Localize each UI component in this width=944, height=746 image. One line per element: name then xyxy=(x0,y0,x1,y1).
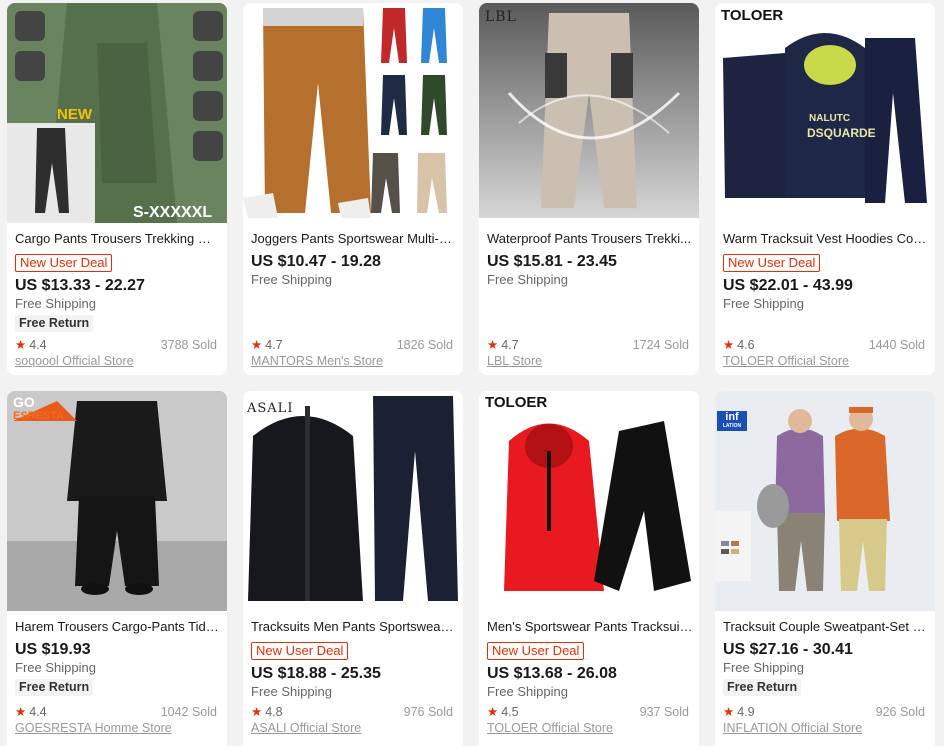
product-rating: ★ 4.4 xyxy=(15,705,47,719)
sold-count: 1724 Sold xyxy=(632,338,689,352)
sold-count: 3788 Sold xyxy=(160,338,217,352)
shipping-info: Free Shipping xyxy=(723,296,804,311)
new-user-deal-badge: New User Deal xyxy=(487,642,585,660)
product-rating: ★ 4.4 xyxy=(15,338,47,352)
product-price: US $19.93 xyxy=(15,641,91,658)
store-link[interactable]: LBL Store xyxy=(487,354,693,369)
star-icon: ★ xyxy=(723,338,735,352)
product-price: US $10.47 - 19.28 xyxy=(251,253,381,270)
product-title[interactable]: Joggers Pants Sportswear Multi-Po... xyxy=(251,231,457,247)
brand-logo: LBL xyxy=(485,9,517,25)
product-title[interactable]: Waterproof Pants Trousers Trekki... xyxy=(487,231,693,247)
sold-count: 926 Sold xyxy=(875,705,925,719)
print-text: NALUTC xyxy=(809,113,850,124)
shipping-info: Free Shipping xyxy=(251,272,332,287)
shipping-info: Free Shipping xyxy=(251,684,332,699)
star-icon: ★ xyxy=(15,338,27,352)
star-icon: ★ xyxy=(487,338,499,352)
store-link[interactable]: GOESRESTA Homme Store xyxy=(15,721,221,736)
shipping-info: Free Shipping xyxy=(487,272,568,287)
product-card[interactable]: ASALI Tracksuits Men Pants Sportswear J.… xyxy=(243,391,463,746)
sold-count: 1440 Sold xyxy=(868,338,925,352)
product-title[interactable]: Men's Sportswear Pants Tracksuits... xyxy=(487,619,693,635)
product-image[interactable]: NEW S-XXXXXL xyxy=(7,3,227,223)
product-card[interactable]: Joggers Pants Sportswear Multi-Po... US … xyxy=(243,3,463,375)
brand-logo: inf LATION xyxy=(717,411,747,431)
product-rating: ★ 4.8 xyxy=(251,705,283,719)
star-icon: ★ xyxy=(487,705,499,719)
product-title[interactable]: Tracksuits Men Pants Sportswear J... xyxy=(251,619,457,635)
product-rating: ★ 4.7 xyxy=(251,338,283,352)
product-card[interactable]: TOLOER Men's Sportswear Pants Tracksuits… xyxy=(479,391,699,746)
brand-logo: ASALI xyxy=(247,401,294,416)
product-title[interactable]: Tracksuit Couple Sweatpant-Set M... xyxy=(723,619,929,635)
product-price: US $15.81 - 23.45 xyxy=(487,253,617,270)
store-link[interactable]: ASALI Official Store xyxy=(251,721,457,736)
shipping-info: Free Shipping xyxy=(723,660,804,675)
brand-logo: TOLOER xyxy=(721,7,784,24)
shipping-info: Free Shipping xyxy=(15,660,96,675)
store-link[interactable]: TOLOER Official Store xyxy=(487,721,693,736)
product-image[interactable]: ASALI xyxy=(243,391,463,611)
product-image[interactable]: GO ESRESTA xyxy=(7,391,227,611)
store-link[interactable]: TOLOER Official Store xyxy=(723,354,929,369)
product-image[interactable]: LBL xyxy=(479,3,699,223)
product-image[interactable]: inf LATION xyxy=(715,391,935,611)
product-price: US $18.88 - 25.35 xyxy=(251,665,381,682)
shipping-info: Free Shipping xyxy=(15,296,96,311)
new-user-deal-badge: New User Deal xyxy=(723,254,821,272)
product-card[interactable]: GO ESRESTA Harem Trousers Cargo-Pants Ti… xyxy=(7,391,227,746)
product-rating: ★ 4.7 xyxy=(487,338,519,352)
free-return-badge: Free Return xyxy=(15,315,94,332)
product-price: US $13.68 - 26.08 xyxy=(487,665,617,682)
print-text: DSQUARDE xyxy=(807,126,876,140)
product-title[interactable]: Harem Trousers Cargo-Pants Tide-... xyxy=(15,619,221,635)
new-user-deal-badge: New User Deal xyxy=(15,254,113,272)
store-link[interactable]: INFLATION Official Store xyxy=(723,721,929,736)
product-image[interactable]: NALUTC DSQUARDE TOLOER xyxy=(715,3,935,223)
product-image[interactable]: TOLOER xyxy=(479,391,699,611)
product-card[interactable]: LBL Waterproof Pants Trousers Trekki... … xyxy=(479,3,699,375)
product-grid: NEW S-XXXXXL Cargo Pants Trousers Trekki… xyxy=(0,0,944,746)
sold-count: 1826 Sold xyxy=(396,338,453,352)
product-card[interactable]: NALUTC DSQUARDE TOLOER Warm Tracksuit Ve… xyxy=(715,3,935,375)
product-price: US $22.01 - 43.99 xyxy=(723,277,853,294)
product-price: US $13.33 - 22.27 xyxy=(15,277,145,294)
product-rating: ★ 4.6 xyxy=(723,338,755,352)
product-card[interactable]: inf LATION Tracksuit Couple Sweatpant-Se… xyxy=(715,391,935,746)
star-icon: ★ xyxy=(251,705,263,719)
size-label: S-XXXXXL xyxy=(133,204,212,221)
product-title[interactable]: Warm Tracksuit Vest Hoodies Coat... xyxy=(723,231,929,247)
star-icon: ★ xyxy=(251,338,263,352)
star-icon: ★ xyxy=(15,705,27,719)
sold-count: 976 Sold xyxy=(403,705,453,719)
free-return-badge: Free Return xyxy=(723,679,802,696)
shipping-info: Free Shipping xyxy=(487,684,568,699)
new-user-deal-badge: New User Deal xyxy=(251,642,349,660)
product-rating: ★ 4.9 xyxy=(723,705,755,719)
free-return-badge: Free Return xyxy=(15,679,94,696)
sold-count: 937 Sold xyxy=(639,705,689,719)
new-label: NEW xyxy=(57,106,93,123)
store-link[interactable]: MANTORS Men's Store xyxy=(251,354,457,369)
product-price: US $27.16 - 30.41 xyxy=(723,641,853,658)
product-rating: ★ 4.5 xyxy=(487,705,519,719)
star-icon: ★ xyxy=(723,705,735,719)
product-title[interactable]: Cargo Pants Trousers Trekking Mu... xyxy=(15,231,221,247)
brand-logo: GO ESRESTA xyxy=(13,394,65,422)
store-link[interactable]: soqoool Official Store xyxy=(15,354,221,369)
product-card[interactable]: NEW S-XXXXXL Cargo Pants Trousers Trekki… xyxy=(7,3,227,375)
sold-count: 1042 Sold xyxy=(160,705,217,719)
brand-logo: TOLOER xyxy=(485,394,548,411)
product-image[interactable] xyxy=(243,3,463,223)
